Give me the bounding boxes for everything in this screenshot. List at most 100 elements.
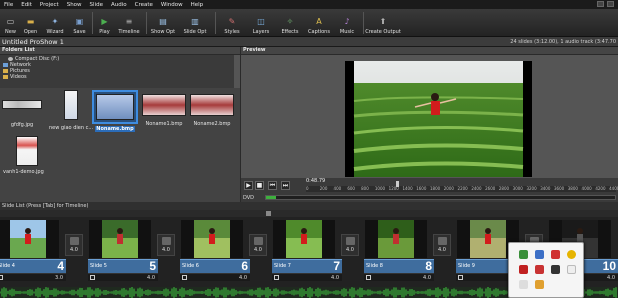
slide-info-bar: 4.0 — [364, 273, 434, 281]
slide-item[interactable]: Slide 5 5 4.0 4.0 — [88, 217, 180, 287]
slide-options-icon[interactable] — [458, 275, 463, 280]
captions-button[interactable]: A Captions — [305, 10, 333, 36]
save-icon: ▣ — [75, 16, 84, 26]
styles-button[interactable]: ✎ Styles — [218, 10, 246, 36]
file-thumbnail — [96, 94, 134, 120]
slide-options-icon[interactable] — [366, 275, 371, 280]
layers-button[interactable]: ◫ Layers — [247, 10, 275, 36]
menu-item-show[interactable]: Show — [63, 2, 86, 8]
folders-scrollbar[interactable] — [234, 55, 240, 88]
red-badge-icon[interactable] — [535, 265, 544, 274]
transition-box[interactable]: 4.0 — [157, 234, 175, 256]
transition-box[interactable]: 4.0 — [65, 234, 83, 256]
transition-box[interactable]: 4.0 — [433, 234, 451, 256]
toolbar-label: Create Output — [365, 29, 401, 35]
slide-photo — [10, 220, 46, 258]
stop-icon[interactable]: ■ — [255, 181, 264, 190]
transition-duration[interactable]: 4.0 — [70, 247, 78, 253]
blue-shape-icon[interactable] — [535, 250, 544, 259]
menu-item-edit[interactable]: Edit — [17, 2, 36, 8]
splitter-handle-icon[interactable] — [266, 211, 271, 216]
file-item[interactable]: vanh1-demo.jpg — [2, 136, 45, 175]
save-button[interactable]: ▣ Save — [70, 10, 89, 36]
icon-picker-popup[interactable] — [508, 242, 584, 298]
slide-item[interactable]: Slide 6 6 4.0 4.0 — [180, 217, 272, 287]
disc-icon — [8, 57, 13, 61]
play-icon[interactable]: ▶ — [244, 181, 253, 190]
maximize-icon[interactable] — [607, 1, 614, 7]
menu-item-window[interactable]: Window — [157, 2, 187, 8]
transition-duration[interactable]: 4.0 — [254, 247, 262, 253]
minimize-icon[interactable] — [597, 1, 604, 7]
timeline-button[interactable]: ≡ Timeline — [115, 10, 143, 36]
slide-duration[interactable]: 4.0 — [239, 275, 247, 281]
timeline-ruler[interactable]: 0 200 400 600 800 1000 1200 1400 1600 1800 2000 220… — [306, 186, 618, 192]
open-button[interactable]: ▬ Open — [21, 10, 40, 36]
slide-duration[interactable]: 4.0 — [607, 275, 615, 281]
menu-item-project[interactable]: Project — [36, 2, 63, 8]
tree-item-videos[interactable]: Videos — [3, 74, 240, 80]
slide-options-icon[interactable] — [182, 275, 187, 280]
next-icon[interactable]: ⏭ — [281, 181, 290, 190]
slide-item[interactable]: Slide 8 8 4.0 4.0 — [364, 217, 456, 287]
red-check-icon[interactable] — [519, 265, 528, 274]
grey-shape-icon[interactable] — [519, 280, 528, 289]
ruler-tick-label: 0 — [306, 186, 309, 191]
slide-item[interactable]: Slide 4 4 3.0 4.0 — [0, 217, 88, 287]
videos-folder-icon — [3, 75, 8, 79]
slide-list-splitter[interactable] — [0, 210, 618, 217]
slide-thumbnail — [273, 220, 335, 258]
ruler-tick-label: 4000 — [581, 186, 592, 191]
wizard-button[interactable]: ✦ Wizard — [41, 10, 69, 36]
file-item-selected[interactable]: Noname.bmp — [92, 90, 138, 132]
timeline-scrubber[interactable] — [396, 181, 399, 187]
slide-opt-button[interactable]: ▥ Slide Opt — [178, 10, 212, 36]
show-opt-button[interactable]: ▤ Show Opt — [149, 10, 177, 36]
slide-options-icon: ▥ — [191, 16, 199, 26]
slide-options-icon[interactable] — [0, 275, 3, 280]
previous-icon[interactable]: ⏮ — [268, 181, 277, 190]
transition-duration[interactable]: 4.0 — [346, 247, 354, 253]
slide-duration[interactable]: 4.0 — [147, 275, 155, 281]
slide-photo — [286, 220, 322, 258]
file-item[interactable]: new giao dien c... — [48, 90, 94, 131]
effects-button[interactable]: ✧ Effects — [276, 10, 304, 36]
file-item[interactable]: Noname1.bmp — [142, 94, 186, 127]
transition-duration[interactable]: 4.0 — [438, 247, 446, 253]
dark-figure-icon[interactable] — [551, 265, 560, 274]
ruler-tick-label: 3000 — [512, 186, 523, 191]
slide-options-icon[interactable] — [90, 275, 95, 280]
folder-icon[interactable] — [535, 280, 544, 289]
menu-item-audio[interactable]: Audio — [107, 2, 131, 8]
transition-duration[interactable]: 4.0 — [162, 247, 170, 253]
create-output-button[interactable]: ⬆ Create Output — [365, 10, 401, 36]
red-block-icon[interactable] — [551, 250, 560, 259]
transition-box[interactable]: 4.0 — [249, 234, 267, 256]
ruler-tick-label: 3600 — [554, 186, 565, 191]
slide-duration[interactable]: 3.0 — [55, 275, 63, 281]
slide-item[interactable]: Slide 7 7 4.0 4.0 — [272, 217, 364, 287]
file-item[interactable]: gfdfg.jpg — [2, 100, 42, 128]
play-button[interactable]: ▶ Play — [95, 10, 114, 36]
folders-tree[interactable]: Compact Disc (F:) Network Pictures Video… — [0, 55, 240, 88]
slide-duration[interactable]: 4.0 — [331, 275, 339, 281]
slide-duration[interactable]: 4.0 — [423, 275, 431, 281]
wizard-icon: ✦ — [51, 16, 59, 26]
menu-item-slide[interactable]: Slide — [86, 2, 107, 8]
new-button[interactable]: ▭ New — [1, 10, 20, 36]
green-check-icon[interactable] — [519, 250, 528, 259]
menu-item-help[interactable]: Help — [187, 2, 208, 8]
window-controls — [597, 1, 614, 7]
white-note-icon[interactable] — [567, 265, 576, 274]
menu-item-file[interactable]: File — [0, 2, 17, 8]
menu-item-create[interactable]: Create — [131, 2, 157, 8]
music-button[interactable]: ♪ Music — [334, 10, 360, 36]
project-title-bar: Untitled ProShow 1 24 slides (3:12.00), … — [0, 37, 618, 47]
transition-box[interactable]: 4.0 — [341, 234, 359, 256]
slide-info-bar: 3.0 — [0, 273, 66, 281]
new-icon: ▭ — [6, 16, 15, 26]
yellow-circle-icon[interactable] — [567, 250, 576, 259]
file-item[interactable]: Noname2.bmp — [190, 94, 234, 127]
file-thumbnail — [64, 90, 79, 120]
slide-options-icon[interactable] — [274, 275, 279, 280]
